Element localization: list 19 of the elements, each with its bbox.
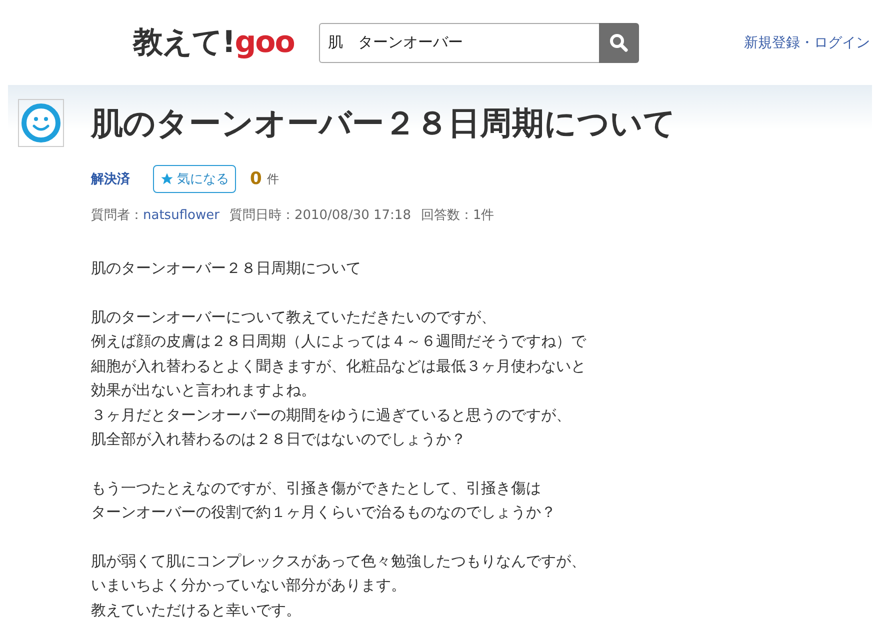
meta-item: 質問者：natsuflower [91,207,220,224]
meta-item: 回答数：1件 [420,207,494,224]
meta-item: 質問日時：2010/08/30 17:18 [229,207,411,224]
count-unit: 件 [266,170,279,188]
star-icon [160,172,174,186]
watch-count: 0 [250,169,262,189]
search-field[interactable]: 肌 ターンオーバー [319,22,599,62]
login-link[interactable]: 新規登録・ログイン [744,34,870,52]
body-paragraph: 肌のターンオーバー２８日周期について [91,258,362,279]
question-title: 肌のターンオーバー２８日周期について [91,103,677,144]
body-paragraph: 肌のターンオーバーについて教えていただきたいのですが、 例えば顔の皮膚は２８日周期（人によっては４～６週間だそうですね）で 細胞が入れ替わるとよく聞きますが、化粧品などは最低３ヶ月使わないと 効果が出ないと言われますよね。 ３ヶ月だとターンオーバーの期間をゆうに過ぎていると思うのですが、 肌全部が入れ替わるのは２８日ではないのでしょうか？ [91,306,588,450]
logo[interactable]: 教えて!goo [133,22,319,63]
user-link[interactable]: natsuflower [143,208,220,223]
search-button[interactable] [599,22,639,62]
search-icon [609,32,629,52]
status-label: 解決済 [91,170,130,188]
body-paragraph: もう一つたとえなのですが、引掻き傷ができたとして、引掻き傷は ターンオーバーの役割で約１ヶ月くらいで治るものなのでしょうか？ [91,478,557,523]
body-paragraph: 肌が弱くて肌にコンプレックスがあって色々勉強したつもりなんですが、 いまいちよく分かっていない部分があります。 教えていただけると幸いです。 [91,550,587,620]
watch-button[interactable]: 気になる [153,165,236,193]
